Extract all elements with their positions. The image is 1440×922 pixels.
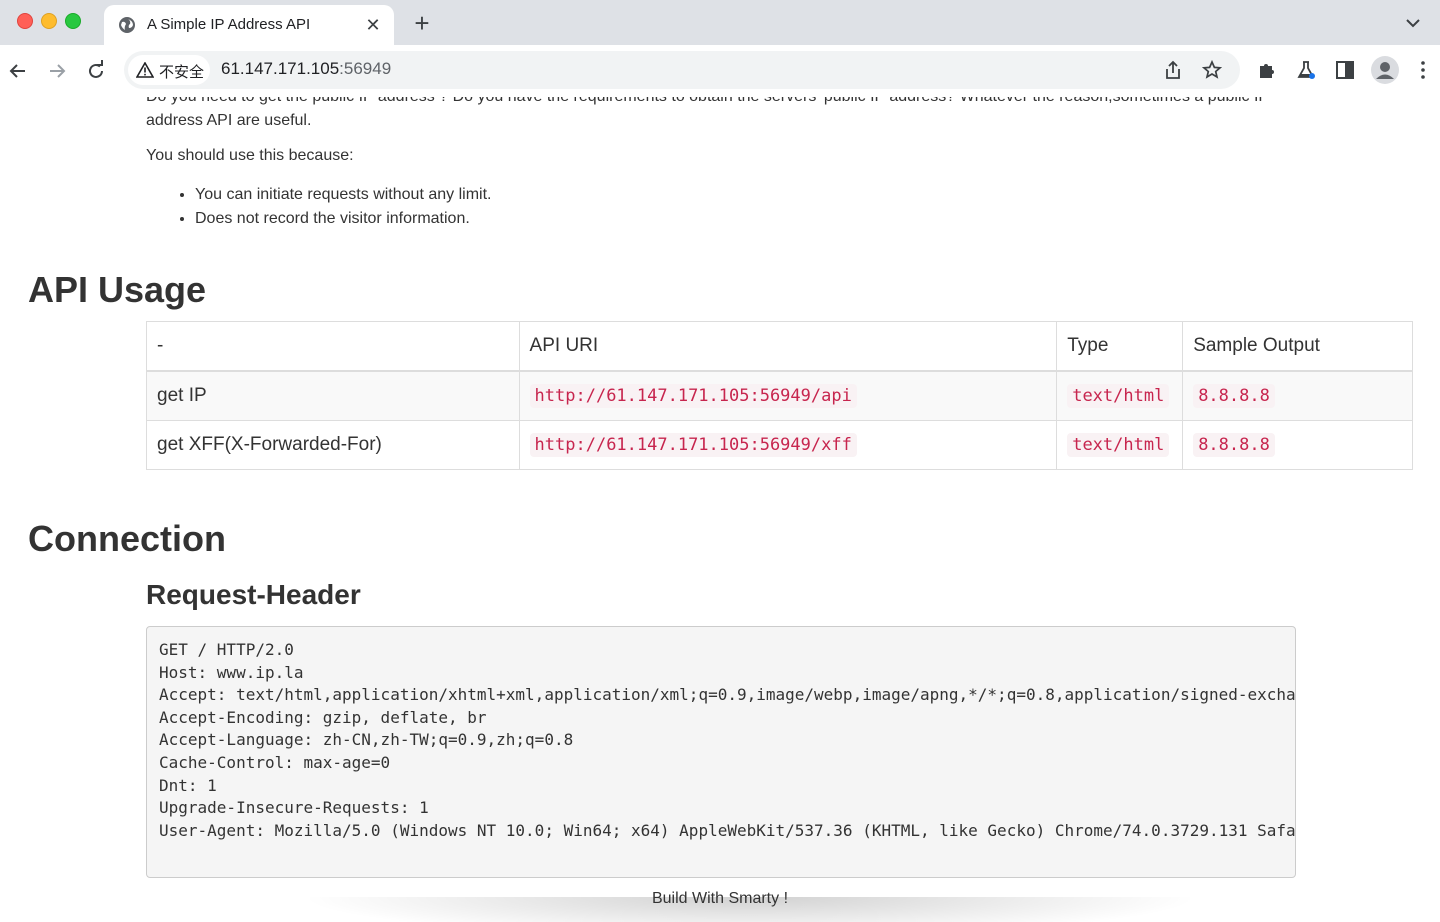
- sample-output-code: 8.8.8.8: [1193, 433, 1275, 457]
- type-code: text/html: [1067, 384, 1170, 408]
- intro-section: Do you need to get the public IP address…: [146, 97, 1296, 133]
- intro-paragraph: Do you need to get the public IP address…: [146, 97, 1269, 129]
- table-row: get IP http://61.147.171.105:56949/api t…: [146, 370, 1413, 421]
- column-header: API URI: [518, 321, 1058, 372]
- api-uri-code: http://61.147.171.105:56949/xff: [529, 433, 857, 457]
- url-text[interactable]: 61.147.171.105:56949: [221, 59, 391, 79]
- labs-flask-icon[interactable]: [1295, 59, 1317, 81]
- url-port: :56949: [339, 59, 392, 78]
- row-output-cell: 8.8.8.8: [1182, 370, 1413, 421]
- bookmark-star-icon[interactable]: [1202, 60, 1222, 80]
- column-header: -: [146, 321, 520, 372]
- browser-tab-active[interactable]: A Simple IP Address API ✕: [104, 5, 394, 45]
- column-header: Type: [1056, 321, 1184, 372]
- request-header-block: GET / HTTP/2.0 Host: www.ip.la Accept: t…: [146, 626, 1296, 878]
- connection-heading: Connection: [28, 518, 226, 559]
- url-host: 61.147.171.105: [221, 59, 340, 78]
- globe-icon: [119, 17, 135, 33]
- new-tab-plus-icon[interactable]: +: [410, 10, 434, 36]
- window-minimize-button[interactable]: [41, 13, 57, 29]
- reload-icon[interactable]: [84, 59, 108, 83]
- window-zoom-button[interactable]: [65, 13, 81, 29]
- forward-arrow-icon[interactable]: [45, 59, 69, 83]
- api-uri-code: http://61.147.171.105:56949/api: [529, 384, 857, 408]
- tab-title: A Simple IP Address API: [147, 16, 311, 33]
- request-header-heading: Request-Header: [146, 579, 361, 610]
- row-name: get IP: [146, 370, 520, 421]
- type-code: text/html: [1067, 433, 1170, 457]
- warning-icon: [136, 62, 154, 78]
- window-close-button[interactable]: [17, 13, 33, 29]
- address-bar[interactable]: 不安全 61.147.171.105:56949: [124, 51, 1240, 89]
- security-indicator[interactable]: 不安全: [128, 55, 210, 85]
- because-text: You should use this because:: [146, 147, 354, 164]
- api-usage-heading: API Usage: [28, 269, 207, 310]
- footer-text: Build With Smarty !: [651, 890, 789, 907]
- row-uri-cell: http://61.147.171.105:56949/api: [518, 370, 1058, 421]
- row-type-cell: text/html: [1056, 370, 1184, 421]
- api-usage-table: - API URI Type Sample Output get IP http…: [146, 321, 1413, 470]
- column-header: Sample Output: [1182, 321, 1413, 372]
- sample-output-code: 8.8.8.8: [1193, 384, 1275, 408]
- person-icon: [1376, 62, 1394, 79]
- side-panel-icon[interactable]: [1334, 59, 1356, 81]
- share-icon[interactable]: [1163, 60, 1183, 80]
- page-viewport: Do you need to get the public IP address…: [0, 97, 1440, 922]
- security-label: 不安全: [159, 64, 205, 81]
- tab-close-icon[interactable]: ✕: [362, 14, 384, 36]
- table-header-row: - API URI Type Sample Output: [146, 321, 1413, 372]
- more-menu-icon[interactable]: [1412, 59, 1434, 81]
- row-name: get XFF(X-Forwarded-For): [146, 420, 520, 470]
- row-output-cell: 8.8.8.8: [1182, 420, 1413, 470]
- profile-avatar[interactable]: [1371, 56, 1399, 84]
- back-arrow-icon[interactable]: [6, 59, 30, 83]
- row-type-cell: text/html: [1056, 420, 1184, 470]
- browser-tab-strip: A Simple IP Address API ✕ +: [0, 0, 1440, 45]
- reasons-list: You can initiate requests without any li…: [146, 183, 491, 231]
- row-uri-cell: http://61.147.171.105:56949/xff: [518, 420, 1058, 470]
- browser-toolbar: 不安全 61.147.171.105:56949: [0, 45, 1440, 98]
- list-item: Does not record the visitor information.: [195, 207, 491, 231]
- extensions-puzzle-icon[interactable]: [1256, 59, 1278, 81]
- list-item: You can initiate requests without any li…: [195, 183, 491, 207]
- table-row: get XFF(X-Forwarded-For) http://61.147.1…: [146, 420, 1413, 470]
- chevron-down-icon[interactable]: [1404, 14, 1422, 32]
